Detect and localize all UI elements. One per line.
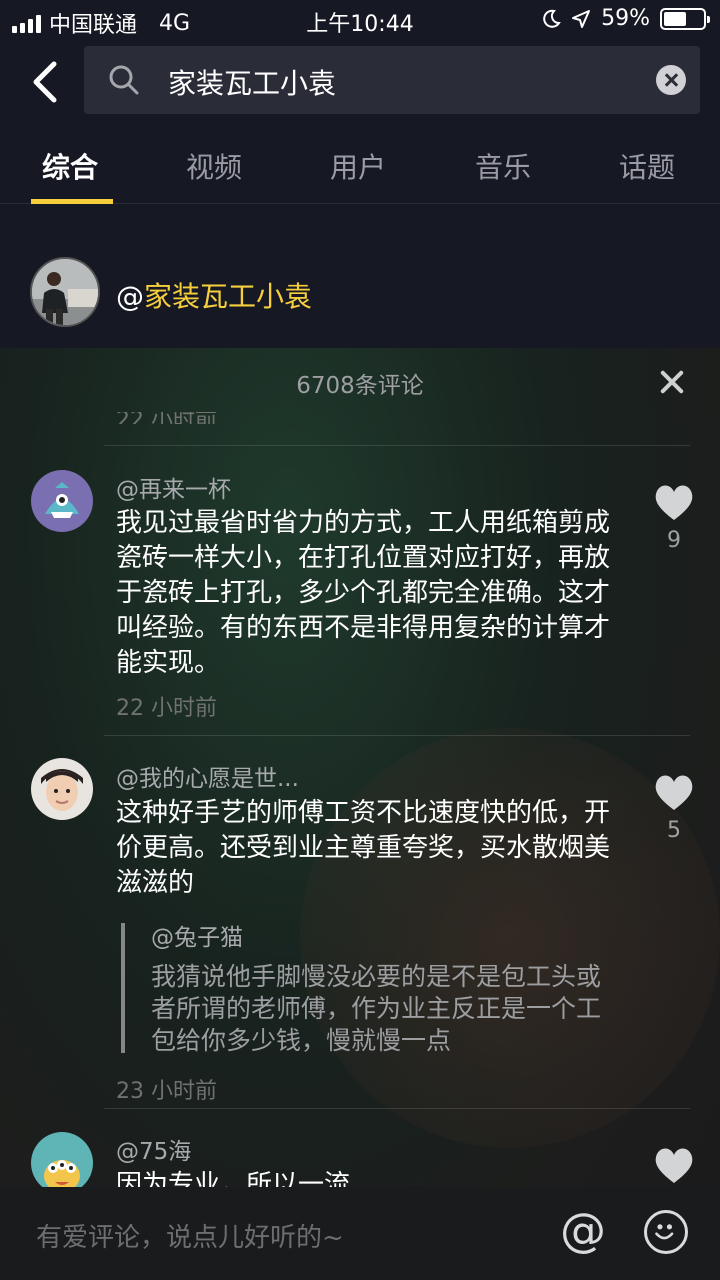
comment-input[interactable]: 有爱评论，说点儿好听的~ [36, 1217, 344, 1254]
comment-time: 23 小时前 [116, 1079, 217, 1104]
active-tab-indicator [31, 199, 113, 204]
status-bar: 中国联通 4G 上午10:44 59% [0, 0, 720, 40]
comment-count-title: 6708条评论 [296, 373, 424, 399]
mention-button[interactable]: @ [558, 1205, 608, 1255]
moon-icon [543, 9, 561, 28]
tab-bar: 综合 视频 用户 音乐 话题 [0, 130, 720, 204]
avatar[interactable] [31, 470, 93, 532]
battery-icon [660, 7, 710, 30]
tab-comprehensive[interactable]: 综合 [42, 146, 98, 186]
tab-videos[interactable]: 视频 [186, 146, 242, 186]
avatar[interactable] [31, 758, 93, 820]
divider [104, 1108, 690, 1109]
at-prefix: @ [116, 280, 144, 313]
heart-icon[interactable] [653, 772, 695, 812]
comment-text: 我见过最省时省力的方式，工人用纸箱剪成瓷砖一样大小，在打孔位置对应打好，再放于瓷… [116, 508, 611, 678]
heart-icon[interactable] [653, 482, 695, 522]
user-name: 家装瓦工小袁 [144, 280, 313, 313]
battery-percent: 59% [601, 6, 650, 31]
tab-topics[interactable]: 话题 [619, 146, 675, 186]
reply-username[interactable]: @兔子猫 [151, 923, 621, 953]
divider [104, 735, 690, 736]
divider [104, 445, 690, 446]
reply-text: 我猜说他手脚慢没必要的是不是包工头或者所谓的老师傅，作为业主反正是一个工包给你多… [151, 962, 602, 1055]
comment-time: 22 小时前 [116, 696, 217, 721]
user-handle[interactable]: @家装瓦工小袁 [116, 275, 312, 315]
comment-input-bar: 有爱评论，说点儿好听的~ @ [0, 1187, 720, 1280]
location-arrow-icon [572, 9, 591, 28]
comments-sheet: 6708条评论 22 小时前 @再来一杯 我见过最省时省力的方式，工人用纸箱剪成… [0, 348, 720, 1280]
clear-icon[interactable] [656, 65, 686, 95]
quoted-reply[interactable]: @兔子猫 我猜说他手脚慢没必要的是不是包工头或者所谓的老师傅，作为业主反正是一个… [121, 923, 621, 1055]
like-count: 5 [667, 818, 681, 843]
back-arrow-icon[interactable] [28, 60, 64, 104]
search-icon [109, 65, 139, 95]
search-input[interactable]: 家装瓦工小袁 [84, 46, 700, 114]
tab-music[interactable]: 音乐 [475, 146, 531, 186]
heart-icon[interactable] [653, 1145, 695, 1185]
comment-username[interactable]: @我的心愿是世... [116, 759, 299, 793]
comment-username[interactable]: @再来一杯 [116, 470, 231, 504]
emoji-icon[interactable] [644, 1210, 688, 1254]
cut-off-timestamp: 22 小时前 [116, 412, 226, 424]
avatar[interactable] [31, 1132, 93, 1194]
comment-text: 这种好手艺的师傅工资不比速度快的低，开价更高。还受到业主尊重夸奖，买水散烟美滋滋… [116, 798, 611, 898]
cut-off-time-text: 22 小时前 [116, 412, 226, 424]
like-count: 9 [667, 528, 681, 553]
search-query: 家装瓦工小袁 [168, 67, 337, 100]
user-result-row[interactable]: @家装瓦工小袁 [0, 205, 720, 350]
avatar[interactable] [30, 257, 100, 327]
comment-username[interactable]: @75海 [116, 1132, 191, 1166]
tab-users[interactable]: 用户 [330, 146, 386, 186]
close-icon[interactable] [660, 370, 684, 394]
